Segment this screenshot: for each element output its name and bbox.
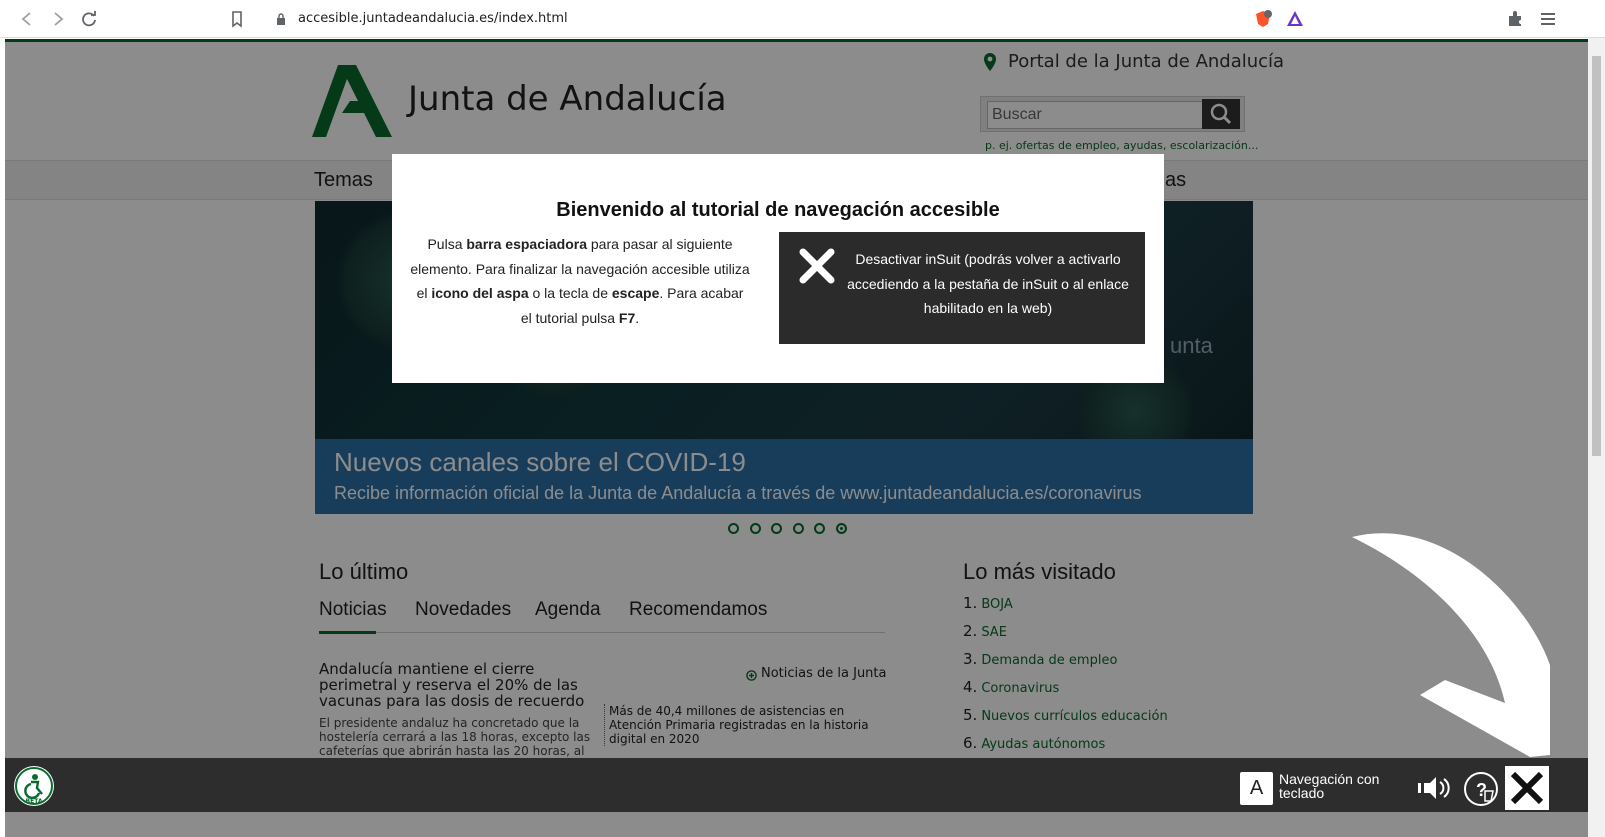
deactivate-label: Desactivar inSuit (podrás volver a activ…	[847, 251, 1129, 316]
address-bar[interactable]: accesible.juntadeandalucia.es/index.html	[264, 6, 1344, 32]
dialog-instructions: Pulsa barra espaciadora para pasar al si…	[410, 236, 750, 326]
back-icon[interactable]	[16, 8, 38, 30]
menu-icon[interactable]	[1538, 9, 1558, 29]
reload-icon[interactable]	[78, 8, 100, 30]
audio-icon[interactable]	[1416, 773, 1452, 808]
pointer-arrow-icon	[1350, 525, 1550, 770]
scrollbar-thumb[interactable]	[1592, 56, 1601, 456]
lock-icon	[277, 13, 285, 25]
svg-text:BETA: BETA	[26, 798, 43, 805]
close-icon	[1510, 771, 1544, 805]
browser-toolbar: accesible.juntadeandalucia.es/index.html	[0, 0, 1605, 38]
url-text: accesible.juntadeandalucia.es/index.html	[298, 11, 568, 26]
accessibility-icon: BETA	[15, 767, 53, 805]
scrollbar[interactable]	[1588, 38, 1605, 837]
close-icon	[797, 246, 837, 286]
insuit-beta-logo[interactable]: BETA	[14, 766, 54, 806]
brave-shield-icon[interactable]	[1253, 9, 1273, 29]
extensions-icon[interactable]	[1505, 9, 1525, 29]
dialog-title: Bienvenido al tutorial de navegación acc…	[556, 199, 1000, 221]
brave-rewards-icon[interactable]	[1285, 9, 1305, 29]
bookmark-icon[interactable]	[226, 8, 248, 30]
tutorial-dialog: Bienvenido al tutorial de navegación acc…	[392, 154, 1164, 383]
keyboard-nav-label[interactable]: Navegación con teclado	[1279, 772, 1379, 800]
forward-icon[interactable]	[47, 8, 69, 30]
keyboard-nav-key[interactable]: A	[1240, 772, 1273, 805]
help-icon[interactable]: ?	[1463, 771, 1499, 812]
close-insuit-button[interactable]	[1505, 766, 1549, 810]
deactivate-insuit-button[interactable]: Desactivar inSuit (podrás volver a activ…	[779, 232, 1145, 344]
